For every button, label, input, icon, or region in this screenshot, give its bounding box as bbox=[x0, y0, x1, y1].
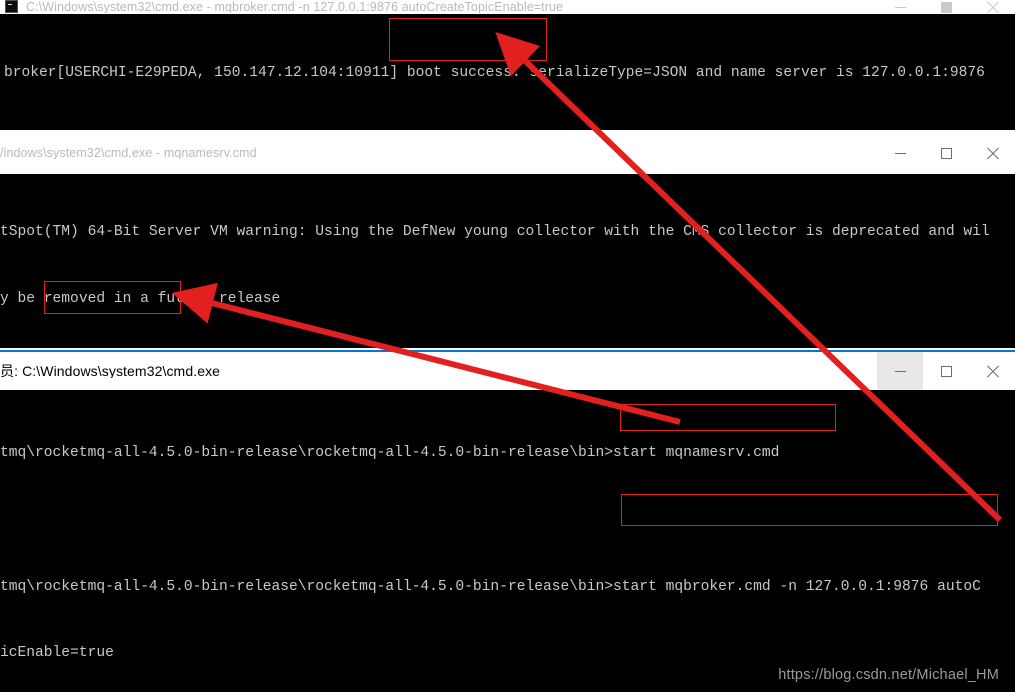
console-output-admin-cmd[interactable]: tmq\rocketmq-all-4.5.0-bin-release\rocke… bbox=[0, 390, 1015, 692]
console-line: broker[USERCHI-E29PEDA, 150.147.12.104:1… bbox=[4, 65, 985, 82]
console-line: y be removed in a future release bbox=[0, 291, 281, 307]
titlebar-admin-cmd[interactable]: 员: C:\Windows\system32\cmd.exe bbox=[0, 350, 1015, 390]
console-line: tmq\rocketmq-all-4.5.0-bin-release\rocke… bbox=[0, 578, 981, 595]
minimize-button[interactable] bbox=[877, 352, 923, 390]
console-window-icon bbox=[4, 0, 20, 15]
window-title-admin-cmd: 员: C:\Windows\system32\cmd.exe bbox=[0, 364, 221, 378]
titlebar-mqbroker[interactable]: C:\Windows\system32\cmd.exe - mqbroker.c… bbox=[0, 0, 1015, 14]
close-button[interactable] bbox=[969, 132, 1015, 174]
minimize-button[interactable] bbox=[877, 0, 923, 14]
window-title-mqbroker: C:\Windows\system32\cmd.exe - mqbroker.c… bbox=[26, 0, 564, 14]
titlebar-mqnamesrv[interactable]: /indows\system32\cmd.exe - mqnamesrv.cmd bbox=[0, 132, 1015, 174]
console-output-mqbroker[interactable]: broker[USERCHI-E29PEDA, 150.147.12.104:1… bbox=[0, 14, 1015, 130]
console-output-mqnamesrv[interactable]: tSpot(TM) 64-Bit Server VM warning: Usin… bbox=[0, 174, 1015, 348]
console-line: icEnable=true bbox=[0, 645, 114, 662]
window-mqbroker[interactable]: C:\Windows\system32\cmd.exe - mqbroker.c… bbox=[0, 0, 1015, 130]
maximize-button[interactable] bbox=[923, 352, 969, 390]
maximize-button[interactable] bbox=[923, 132, 969, 174]
close-button[interactable] bbox=[969, 0, 1015, 14]
window-title-mqnamesrv: /indows\system32\cmd.exe - mqnamesrv.cmd bbox=[0, 146, 257, 160]
maximize-button[interactable] bbox=[923, 0, 969, 14]
window-controls-mqbroker bbox=[877, 0, 1015, 14]
console-line: tmq\rocketmq-all-4.5.0-bin-release\rocke… bbox=[0, 445, 780, 462]
window-controls-admin-cmd bbox=[877, 352, 1015, 390]
window-controls-mqnamesrv bbox=[877, 132, 1015, 174]
window-mqnamesrv[interactable]: /indows\system32\cmd.exe - mqnamesrv.cmd… bbox=[0, 132, 1015, 348]
console-line: tSpot(TM) 64-Bit Server VM warning: Usin… bbox=[0, 224, 990, 241]
close-button[interactable] bbox=[969, 352, 1015, 390]
watermark-url: https://blog.csdn.net/Michael_HM bbox=[778, 667, 999, 683]
window-admin-cmd[interactable]: 员: C:\Windows\system32\cmd.exe tmq\rocke… bbox=[0, 350, 1015, 692]
minimize-button[interactable] bbox=[877, 132, 923, 174]
screenshot-root: C:\Windows\system32\cmd.exe - mqbroker.c… bbox=[0, 0, 1015, 692]
